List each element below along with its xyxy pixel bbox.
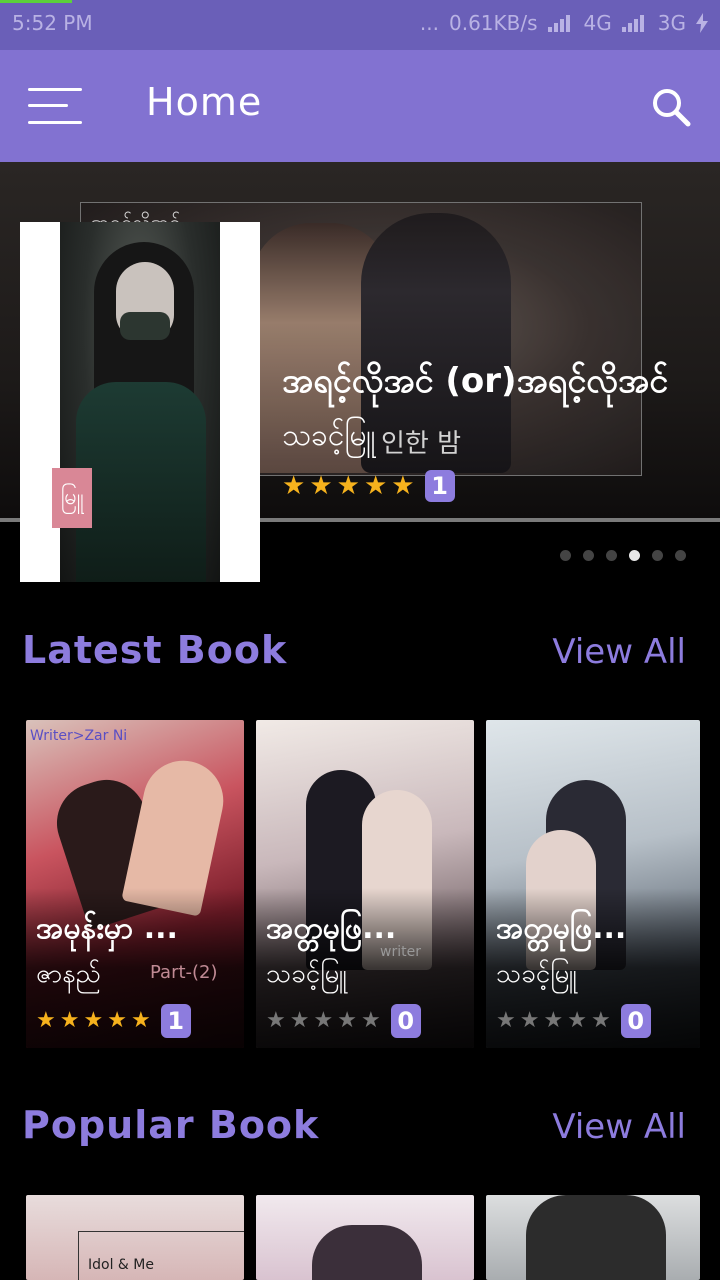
star-icon: ★ [519, 1008, 540, 1033]
status-right: ... 0.61KB/s 4G 3G [420, 11, 708, 35]
card-part-label: Part-(2) [150, 962, 218, 983]
book-author: သခင့်မြူ [496, 959, 577, 989]
card-overlay-text: Idol & Me [88, 1257, 154, 1273]
carousel-indicator [560, 550, 686, 561]
book-author: ဇာနည် [36, 959, 101, 989]
latest-book-card[interactable]: Writer>Zar Ni Part-(2) အမုန်းမှာ ... ဇာန… [26, 720, 244, 1048]
book-rating: ★ ★ ★ ★ ★ 0 [496, 1004, 651, 1038]
star-icon: ★ [543, 1008, 564, 1033]
book-title: အတ္တမုဖြ... [266, 911, 397, 946]
search-icon[interactable] [650, 86, 692, 128]
status-bar: 5:52 PM ... 0.61KB/s 4G 3G [0, 0, 720, 50]
status-progress-line [0, 0, 72, 3]
hero-info: အရင့်လိုအင် (or)အရင့်လိုအင် သခင့်မြူ [282, 358, 702, 460]
cover-stamp: မြူ [52, 468, 92, 528]
star-icon: ★ [107, 1008, 127, 1033]
popular-book-card[interactable]: Idol & Me [26, 1195, 244, 1280]
network-type-1: 4G [583, 11, 612, 35]
hero-book-cover[interactable]: မြူ [20, 222, 260, 582]
network-type-2: 3G [657, 11, 686, 35]
star-icon: ★ [360, 1008, 381, 1033]
signal-icon-2 [621, 15, 644, 32]
star-icon: ★ [567, 1008, 587, 1033]
star-icon: ★ [337, 1008, 357, 1033]
star-icon: ★ [496, 1008, 516, 1033]
book-rating: ★ ★ ★ ★ ★ 0 [266, 1004, 421, 1038]
more-dots-icon: ... [419, 11, 439, 35]
popular-view-all-button[interactable]: View All [552, 1107, 686, 1147]
book-title: အမုန်းမှာ ... [36, 911, 178, 946]
carousel-dot[interactable] [560, 550, 571, 561]
page-title: Home [146, 80, 263, 124]
card-overlay-text: Writer>Zar Ni [30, 728, 128, 744]
hero-book-author: သခင့်မြူ [282, 418, 376, 453]
star-icon: ★ [289, 1008, 310, 1033]
network-speed: 0.61KB/s [449, 11, 538, 35]
star-icon: ★ [59, 1008, 80, 1033]
star-icon: ★ [309, 471, 333, 501]
latest-book-heading: Latest Book [22, 628, 288, 672]
carousel-dot[interactable] [606, 550, 617, 561]
hero-book-title[interactable]: အရင့်လိုအင် (or)အရင့်လိုအင် [282, 358, 702, 409]
star-icon: ★ [336, 471, 360, 501]
carousel-dot[interactable] [583, 550, 594, 561]
rating-count-badge: 0 [620, 1004, 651, 1038]
status-time: 5:52 PM [12, 11, 93, 35]
carousel-dot[interactable] [629, 550, 640, 561]
star-icon: ★ [130, 1008, 151, 1033]
book-author: သခင့်မြူ [266, 959, 347, 989]
star-icon: ★ [83, 1008, 104, 1033]
star-icon: ★ [282, 471, 306, 501]
hero-rating: ★ ★ ★ ★ ★ 1 [282, 470, 455, 502]
star-icon: ★ [590, 1008, 611, 1033]
star-icon: ★ [391, 471, 415, 501]
book-title: အတ္တမုဖြ... [496, 911, 627, 946]
popular-book-card[interactable] [486, 1195, 700, 1280]
popular-book-card[interactable] [256, 1195, 474, 1280]
popular-book-heading: Popular Book [22, 1103, 320, 1147]
star-icon: ★ [363, 471, 388, 501]
book-rating: ★ ★ ★ ★ ★ 1 [36, 1004, 191, 1038]
carousel-dot[interactable] [675, 550, 686, 561]
rating-count-badge: 1 [424, 470, 455, 502]
hamburger-menu-icon[interactable] [28, 88, 84, 124]
latest-view-all-button[interactable]: View All [552, 632, 686, 672]
rating-count-badge: 0 [390, 1004, 421, 1038]
star-icon: ★ [266, 1008, 286, 1033]
signal-icon [547, 15, 570, 32]
app-bar: Home [0, 50, 720, 162]
rating-count-badge: 1 [160, 1004, 191, 1038]
latest-book-card[interactable]: writer အတ္တမုဖြ... သခင့်မြူ ★ ★ ★ ★ ★ 0 [256, 720, 474, 1048]
carousel-dot[interactable] [652, 550, 663, 561]
latest-book-card[interactable]: အတ္တမုဖြ... သခင့်မြူ ★ ★ ★ ★ ★ 0 [486, 720, 700, 1048]
star-icon: ★ [313, 1008, 334, 1033]
star-icon: ★ [36, 1008, 56, 1033]
charging-icon [696, 13, 708, 33]
